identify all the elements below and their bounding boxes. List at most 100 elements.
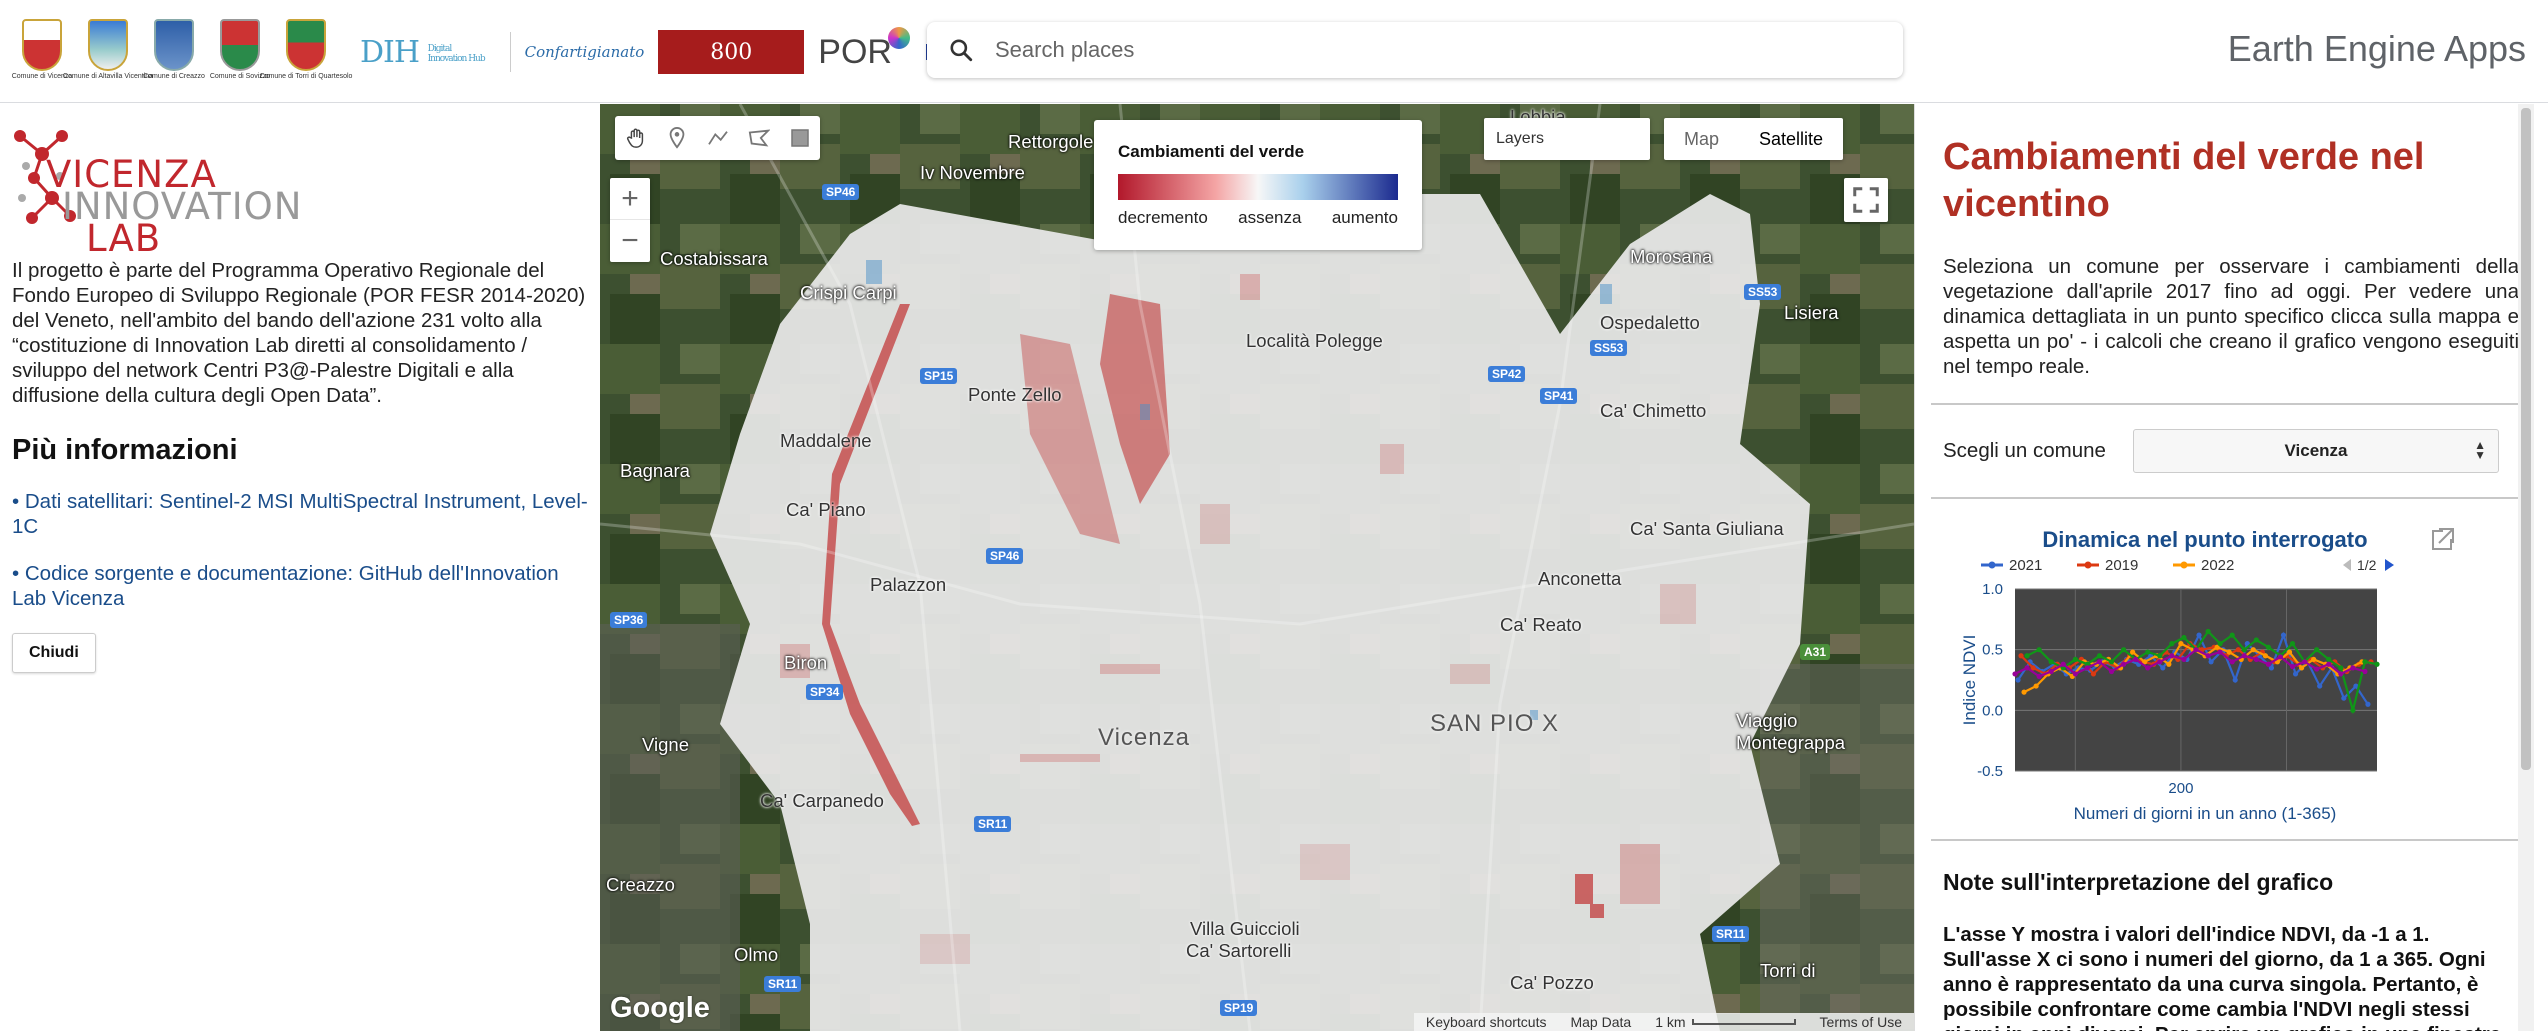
dih-logo: DIH Digital Innovation Hub [360, 34, 486, 70]
search-icon[interactable] [927, 37, 995, 63]
map-place-label: Ca' Santa Giuliana [1630, 518, 1784, 539]
divider [1931, 497, 2523, 499]
zoom-control: + − [610, 178, 650, 262]
satellite-view-button[interactable]: Satellite [1739, 118, 1844, 160]
open-external-icon[interactable] [2432, 528, 2454, 550]
data-point [2317, 683, 2323, 689]
earth-engine-apps-title[interactable]: Earth Engine Apps [2228, 28, 2526, 70]
data-point [2181, 634, 2187, 641]
legend-low-label: decremento [1118, 208, 1208, 227]
road-shield: SP19 [1220, 1000, 1258, 1016]
panel-scrollbar[interactable] [2518, 104, 2534, 1031]
legend-entry: 2019 [2105, 557, 2138, 574]
data-point [2133, 656, 2139, 662]
source-code-link[interactable]: • Codice sorgente e documentazione: GitH… [12, 561, 588, 611]
map-place-label: Ponte Zello [968, 384, 1062, 405]
map-view-button[interactable]: Map [1664, 118, 1740, 160]
point-marker-icon[interactable] [656, 116, 697, 160]
right-results-panel[interactable]: Cambiamenti del verde nel vicentino Sele… [1914, 104, 2534, 1031]
layers-control[interactable]: Layers [1484, 118, 1650, 160]
map-canvas[interactable]: Rettorgole Iv Novembre Costabissara Cris… [600, 104, 1914, 1031]
data-point [2250, 647, 2256, 653]
map-place-label: SAN PIO X [1430, 710, 1560, 737]
data-point [2265, 661, 2271, 667]
search-input[interactable] [995, 37, 1855, 63]
data-point [2241, 647, 2247, 653]
map-data-link[interactable]: Map Data [1558, 1014, 1643, 1030]
map-place-label: Iv Novembre [920, 162, 1025, 183]
map-place-label: Torri di [1760, 960, 1816, 981]
data-point [2015, 677, 2021, 683]
y-tick-label: -0.5 [1977, 763, 2003, 780]
data-point [2292, 671, 2299, 677]
map-attribution: Keyboard shortcuts Map Data 1 km Terms o… [1413, 1013, 1914, 1031]
data-point [2130, 649, 2136, 655]
data-point [2241, 653, 2247, 659]
data-point [2302, 659, 2308, 665]
comune-select[interactable]: Vicenza ▲ ▼ [2133, 429, 2499, 473]
zoom-out-button[interactable]: − [610, 220, 650, 262]
legend-page-indicator: 1/2 [2357, 557, 2377, 573]
data-point [2298, 665, 2305, 671]
data-point [2166, 661, 2172, 667]
pan-hand-icon[interactable] [615, 116, 656, 160]
polygon-draw-icon[interactable] [738, 116, 779, 160]
data-point [2326, 656, 2332, 662]
data-point [2350, 707, 2356, 713]
scrollbar-thumb[interactable] [2521, 108, 2531, 770]
ndvi-chart[interactable]: Dinamica nel punto interrogato2021 2019 20… [1915, 519, 2515, 839]
rectangle-draw-icon[interactable] [779, 116, 820, 160]
data-point [2289, 664, 2296, 670]
zoom-in-button[interactable]: + [610, 178, 650, 220]
data-point [2060, 661, 2066, 667]
data-point [2036, 647, 2042, 653]
data-point [2036, 673, 2042, 679]
map-place-label: Lisiera [1784, 302, 1839, 323]
more-info-heading: Più informazioni [12, 434, 238, 466]
map-place-label: Ca' Chimetto [1600, 400, 1707, 421]
data-point [2090, 671, 2097, 677]
drawing-toolbar [615, 116, 820, 160]
data-point [2205, 628, 2211, 635]
road-shield: SR11 [1712, 926, 1750, 942]
data-point [2108, 659, 2115, 665]
partner-logos: Comune di Vicenza Comune di Altavilla Vi… [12, 12, 1004, 92]
crest-logo: Comune di Vicenza [12, 19, 72, 85]
map-place-label: Ca' Pozzo [1510, 972, 1594, 993]
data-point [2012, 671, 2018, 677]
x-axis-label: Numeri di giorni in un anno (1-365) [2074, 804, 2337, 823]
project-intro: Il progetto è parte del Programma Operat… [12, 259, 586, 407]
app-header: Comune di Vicenza Comune di Altavilla Vi… [0, 0, 2548, 103]
terms-of-use-link[interactable]: Terms of Use [1808, 1014, 1914, 1030]
data-point [2196, 632, 2202, 638]
legend-mid-label: assenza [1238, 208, 1302, 227]
data-point [2314, 666, 2320, 672]
data-point [2217, 649, 2223, 655]
data-point [2096, 653, 2103, 659]
comune-select-value: Vicenza [2284, 441, 2348, 460]
data-point [2289, 641, 2296, 647]
fullscreen-button[interactable] [1844, 178, 1888, 222]
data-point [2286, 649, 2293, 655]
scale-bar[interactable]: 1 km [1643, 1014, 1807, 1030]
map-city-label: Vicenza [1098, 724, 1190, 751]
map-place-label: Ca' Sartorelli [1186, 940, 1292, 961]
road-shield: SR11 [974, 816, 1012, 832]
fullscreen-icon [1853, 187, 1879, 213]
data-point [2229, 659, 2235, 665]
map-place-label: Costabissara [660, 248, 768, 269]
keyboard-shortcuts-link[interactable]: Keyboard shortcuts [1414, 1014, 1559, 1030]
line-draw-icon[interactable] [697, 116, 738, 160]
data-point [2280, 632, 2287, 638]
road-shield: SP46 [822, 184, 860, 200]
panel-description: Seleziona un comune per osservare i camb… [1943, 255, 2519, 378]
close-button[interactable]: Chiudi [12, 633, 96, 673]
search-bar[interactable] [927, 22, 1903, 78]
road-shield: SS53 [1744, 284, 1782, 300]
chart-title: Dinamica nel punto interrogato [2042, 527, 2367, 552]
map-place-label: Anconetta [1538, 568, 1622, 589]
data-point [2181, 656, 2187, 662]
legend-high-label: aumento [1331, 208, 1398, 227]
satellite-data-link[interactable]: • Dati satellitari: Sentinel-2 MSI Multi… [12, 489, 588, 539]
map-place-label: Villa Guiccioli [1190, 918, 1300, 939]
